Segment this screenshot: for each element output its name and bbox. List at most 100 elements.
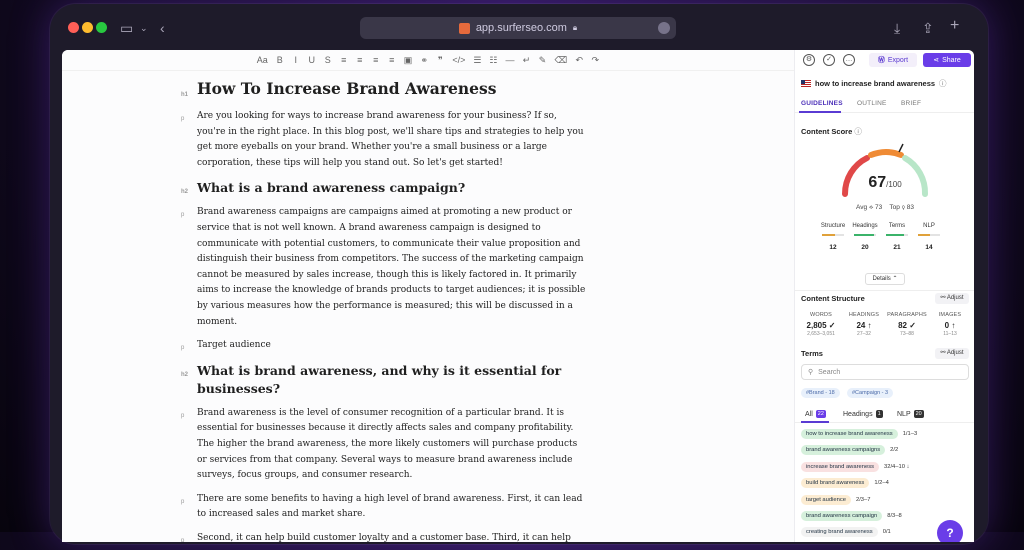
- export-button[interactable]: Ⓦ Export: [869, 53, 917, 67]
- block-type-tag: p: [181, 498, 185, 505]
- guidelines-sidebar: ⚙ ✓ … Ⓦ Export ⋖ Share how to increase b…: [794, 50, 974, 542]
- toolbar-button-6[interactable]: ≡: [356, 55, 364, 65]
- close-window-button[interactable]: [68, 22, 79, 33]
- toolbar-button-12[interactable]: </>: [452, 55, 465, 65]
- term-row[interactable]: brand awareness campaign 8/3–8: [801, 511, 902, 521]
- info-icon[interactable]: ⓘ: [939, 78, 947, 89]
- new-tab-icon[interactable]: +: [950, 17, 959, 35]
- adjust-structure-button[interactable]: ⚯ Adjust: [935, 293, 969, 304]
- topic-chip-campaign[interactable]: #Campaign - 3: [847, 388, 894, 398]
- stat-range: 27–32: [857, 331, 871, 337]
- block-type-tag: p: [181, 212, 185, 219]
- metric-bar: [918, 234, 940, 236]
- toolbar-button-2[interactable]: I: [292, 55, 300, 65]
- tab-guidelines[interactable]: GUIDELINES: [801, 100, 843, 107]
- term-row[interactable]: how to increase brand awareness 1/1–3: [801, 429, 917, 439]
- term-pill: build brand awareness: [801, 478, 870, 489]
- terms-tab-label: NLP: [897, 410, 911, 418]
- terms-tab-all[interactable]: All 22: [805, 410, 826, 418]
- toolbar-button-1[interactable]: B: [276, 55, 284, 65]
- heading-h1[interactable]: h1 How To Increase Brand Awareness: [181, 78, 587, 100]
- stat-value: 24 ↑: [856, 321, 872, 330]
- toolbar-button-18[interactable]: ⌫: [554, 55, 567, 66]
- toolbar-button-9[interactable]: ▣: [404, 55, 413, 66]
- content-score-gauge: 67/100: [837, 142, 933, 198]
- minimize-window-button[interactable]: [82, 22, 93, 33]
- toolbar-button-7[interactable]: ≡: [372, 55, 380, 65]
- block-type-tag: p: [181, 116, 185, 122]
- paragraph[interactable]: p Are you looking for ways to increase br…: [181, 109, 587, 171]
- share-sheet-icon[interactable]: ⇪: [922, 20, 934, 37]
- heading-h2[interactable]: h2 What is a brand awareness campaign?: [181, 179, 587, 197]
- paragraph[interactable]: p Brand awareness campaigns are campaigns…: [181, 205, 587, 330]
- top-marker-icon: ⚲: [901, 204, 905, 211]
- toolbar-button-19[interactable]: ↶: [575, 55, 583, 66]
- toolbar-button-3[interactable]: U: [308, 55, 316, 65]
- term-count: 1/2–4: [874, 480, 889, 487]
- paragraph[interactable]: p There are some benefits to having a hig…: [181, 492, 587, 523]
- toolbar-button-20[interactable]: ↷: [591, 55, 599, 66]
- paragraph[interactable]: p Target audience: [181, 338, 587, 354]
- terms-title: Terms: [801, 349, 823, 358]
- url-text: app.surferseo.com: [475, 22, 567, 34]
- download-icon[interactable]: ⤓: [894, 20, 900, 37]
- more-icon[interactable]: …: [843, 54, 855, 66]
- sidebar-toggle-icon[interactable]: ▭: [120, 20, 133, 37]
- chevron-down-icon[interactable]: ⌄: [140, 23, 148, 34]
- maximize-window-button[interactable]: [96, 22, 107, 33]
- stat-range: 11–13: [943, 331, 957, 337]
- toolbar-button-4[interactable]: S: [324, 55, 332, 65]
- paragraph[interactable]: p Brand awareness is the level of consume…: [181, 406, 587, 484]
- block-type-tag: p: [181, 412, 185, 419]
- term-count: 0/1: [882, 529, 891, 536]
- content-score-title: Content Score ⓘ: [801, 127, 862, 136]
- term-pill: increase brand awareness: [801, 461, 879, 472]
- tab-brief[interactable]: BRIEF: [901, 100, 921, 107]
- term-row[interactable]: increase brand awareness 32/4–10 ↓: [801, 461, 909, 472]
- back-icon[interactable]: ‹: [160, 20, 165, 36]
- help-button[interactable]: ?: [937, 520, 963, 542]
- toolbar-button-0[interactable]: Aa: [257, 55, 268, 65]
- term-row[interactable]: creating brand awareness 0/1: [801, 527, 891, 538]
- metric-nlp: NLP 14: [909, 223, 949, 251]
- block-text: What is brand awareness, and why is it e…: [197, 362, 562, 396]
- share-button[interactable]: ⋖ Share: [923, 53, 971, 67]
- toolbar-button-8[interactable]: ≡: [388, 55, 396, 65]
- terms-search-input[interactable]: ⚲ Search: [801, 364, 969, 380]
- toolbar-button-11[interactable]: ❞: [436, 55, 444, 66]
- toolbar-button-16[interactable]: ↵: [522, 55, 531, 66]
- paragraph[interactable]: p Second, it can help build customer loya…: [181, 531, 587, 542]
- check-icon[interactable]: ✓: [823, 54, 835, 66]
- terms-tab-label: Headings: [843, 410, 873, 418]
- stat-words: WORDS 2,805 ✓ 2,653–3,051: [799, 312, 843, 337]
- topic-chip-brand[interactable]: #Brand - 18: [801, 388, 840, 398]
- avg-marker-icon: ⟡: [868, 204, 874, 211]
- toolbar-button-15[interactable]: —: [505, 55, 514, 65]
- terms-tab-nlp[interactable]: NLP 20: [897, 410, 924, 418]
- stat-range: 73–88: [900, 331, 914, 337]
- info-icon[interactable]: ⓘ: [854, 127, 862, 136]
- term-row[interactable]: build brand awareness 1/2–4: [801, 478, 889, 489]
- toolbar-button-14[interactable]: ☷: [489, 55, 497, 66]
- term-row[interactable]: target audience 2/3–7: [801, 494, 870, 505]
- toolbar-button-17[interactable]: ✎: [538, 55, 547, 66]
- divider: [795, 290, 974, 291]
- stat-value: 2,805 ✓: [806, 321, 836, 330]
- terms-tab-headings[interactable]: Headings 1: [843, 410, 883, 418]
- adjust-terms-button[interactable]: ⚯ Adjust: [935, 348, 969, 359]
- document-body[interactable]: h1 How To Increase Brand Awareness p Are yo…: [181, 78, 587, 542]
- block-text: What is a brand awareness campaign?: [197, 180, 466, 196]
- tab-outline[interactable]: OUTLINE: [857, 100, 887, 107]
- toolbar-button-13[interactable]: ☰: [473, 55, 481, 66]
- more-options-icon[interactable]: [658, 22, 670, 34]
- block-text: Are you looking for ways to increase bra…: [197, 111, 584, 168]
- details-button[interactable]: Details ⌃: [865, 273, 905, 285]
- heading-h2[interactable]: h2 What is brand awareness, and why is it…: [181, 362, 587, 398]
- settings-icon[interactable]: ⚙: [803, 54, 815, 66]
- stat-paragraphs: PARAGRAPHS 82 ✓ 73–88: [885, 312, 929, 337]
- toolbar-button-10[interactable]: ⚭: [420, 55, 429, 66]
- address-bar[interactable]: app.surferseo.com 🔒︎: [360, 17, 676, 39]
- toolbar-button-5[interactable]: ≡: [340, 55, 348, 65]
- term-row[interactable]: brand awareness campaigns 2/2: [801, 445, 898, 456]
- score-metrics: Structure 12 Headings 20 Terms 21 NLP 14: [795, 223, 974, 268]
